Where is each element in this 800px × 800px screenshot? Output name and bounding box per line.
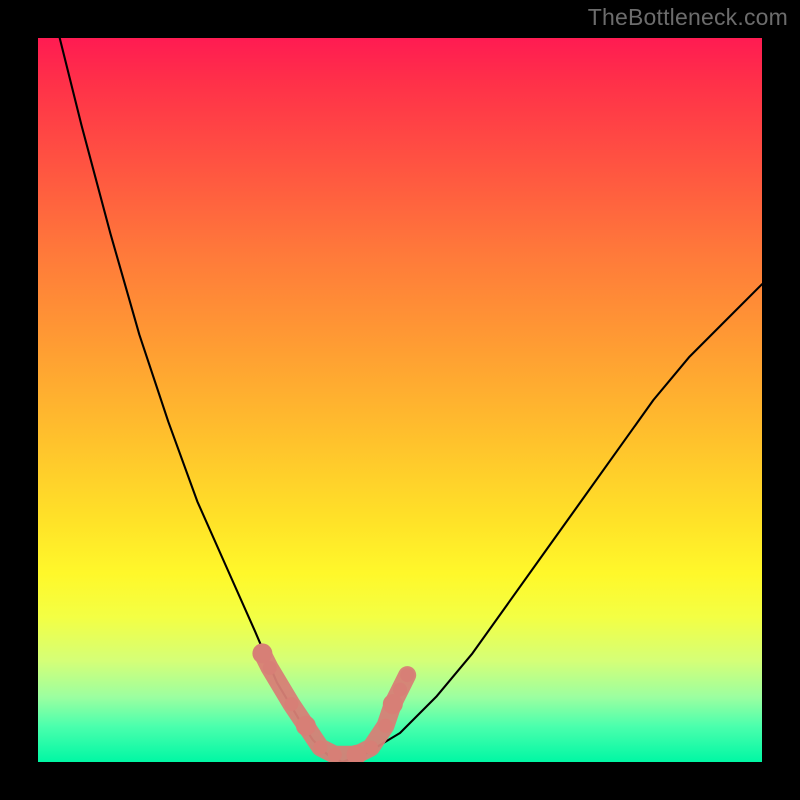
plot-background <box>38 38 762 762</box>
watermark-text: TheBottleneck.com <box>588 4 788 31</box>
chart-frame: TheBottleneck.com <box>0 0 800 800</box>
